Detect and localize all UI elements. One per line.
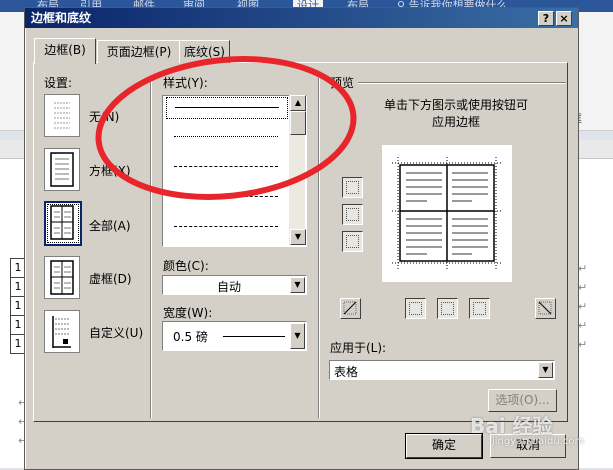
paragraph-mark: ↵ xyxy=(578,300,588,313)
width-label: 宽度(W): xyxy=(163,306,213,320)
chevron-down-icon[interactable]: ▼ xyxy=(538,362,553,378)
setting-grid-label[interactable]: 虚框(D) xyxy=(89,270,132,287)
options-button[interactable]: 选项(O)... xyxy=(488,389,557,412)
left-border-button[interactable] xyxy=(405,298,426,319)
tab-shading[interactable]: 底纹(S) xyxy=(179,40,230,63)
bottom-border-button[interactable] xyxy=(342,231,363,252)
watermark-logo: Bai 经验 xyxy=(470,414,553,438)
right-border-button[interactable] xyxy=(469,298,490,319)
diagonal-down-icon xyxy=(343,301,357,315)
diagonal-down-border-button[interactable] xyxy=(340,298,361,319)
setting-none-graphic xyxy=(54,102,70,129)
preview-label: 预览 xyxy=(330,76,355,90)
color-label: 颜色(C): xyxy=(163,259,209,273)
tab-page-border[interactable]: 页面边框(P) xyxy=(97,40,181,63)
width-select[interactable]: 0.5 磅 ▼ xyxy=(162,321,307,351)
setting-none-label[interactable]: 无(N) xyxy=(89,108,119,125)
tab-borders[interactable]: 边框(B) xyxy=(34,38,96,64)
chevron-down-icon[interactable]: ▼ xyxy=(290,277,305,293)
setting-all-graphic xyxy=(50,205,74,240)
line-style-solid[interactable] xyxy=(166,97,288,119)
close-button[interactable]: × xyxy=(556,11,572,26)
color-select[interactable]: 自动 ▼ xyxy=(162,275,307,295)
line-style-long-dash[interactable] xyxy=(166,187,286,207)
setting-grid-icon[interactable] xyxy=(44,256,80,299)
inside-vertical-border-button[interactable] xyxy=(437,298,458,319)
setting-custom-graphic xyxy=(52,316,71,348)
setting-box-graphic xyxy=(50,152,74,187)
borders-and-shading-dialog: 边框和底纹 ? × 边框(B) 页面边框(P) 底纹(S) 设置: 无(N) 方… xyxy=(24,7,579,470)
scroll-down-arrow-icon[interactable]: ▼ xyxy=(290,229,306,245)
help-button[interactable]: ? xyxy=(538,11,554,26)
border-preview[interactable] xyxy=(382,145,512,282)
line-style-dotted[interactable] xyxy=(166,127,286,147)
paragraph-mark: ↵ xyxy=(578,262,588,275)
setting-none-icon[interactable] xyxy=(44,94,80,137)
diagonal-up-border-button[interactable] xyxy=(535,298,556,319)
setting-custom-icon[interactable] xyxy=(44,310,80,353)
setting-box-label[interactable]: 方框(X) xyxy=(89,162,131,179)
paragraph-mark: ↵ xyxy=(578,338,588,351)
color-value: 自动 xyxy=(217,280,242,294)
paragraph-mark: ↵ xyxy=(578,319,588,332)
setting-all-icon[interactable] xyxy=(44,201,82,246)
setting-grid-graphic xyxy=(50,260,74,295)
setting-custom-label[interactable]: 自定义(U) xyxy=(89,324,143,341)
preview-group-line xyxy=(358,82,566,84)
setting-all-label[interactable]: 全部(A) xyxy=(89,217,131,234)
line-style-dash-dot[interactable] xyxy=(166,217,286,237)
diagonal-up-icon xyxy=(538,301,552,315)
dialog-titlebar[interactable]: 边框和底纹 ? × xyxy=(25,8,578,28)
apply-to-select[interactable]: 表格 ▼ xyxy=(329,360,555,380)
style-label: 样式(Y): xyxy=(163,76,208,90)
scroll-up-arrow-icon[interactable]: ▲ xyxy=(290,95,306,111)
preview-hint: 单击下方图示或使用按钮可 应用边框 xyxy=(349,97,563,131)
preview-table-graphic xyxy=(392,157,502,271)
setting-box-icon[interactable] xyxy=(44,148,80,191)
watermark-url: jingyan.baidu.com xyxy=(492,436,585,447)
apply-to-label: 应用于(L): xyxy=(330,341,387,355)
divider xyxy=(318,78,320,418)
width-line-sample xyxy=(223,336,285,337)
divider xyxy=(150,78,152,418)
dialog-title: 边框和底纹 xyxy=(31,11,92,25)
paragraph-mark: ↵ xyxy=(578,281,588,294)
inside-horizontal-border-button[interactable] xyxy=(342,204,363,225)
scroll-thumb[interactable] xyxy=(290,111,306,135)
apply-to-value: 表格 xyxy=(334,365,359,379)
preview-hint-line: 单击下方图示或使用按钮可 xyxy=(383,98,528,112)
top-border-button[interactable] xyxy=(342,177,363,198)
settings-label: 设置: xyxy=(44,76,73,90)
preview-hint-line: 应用边框 xyxy=(431,115,480,129)
chevron-down-icon[interactable]: ▼ xyxy=(290,323,305,349)
line-style-dashed[interactable] xyxy=(166,157,286,177)
width-value: 0.5 磅 xyxy=(173,330,208,344)
